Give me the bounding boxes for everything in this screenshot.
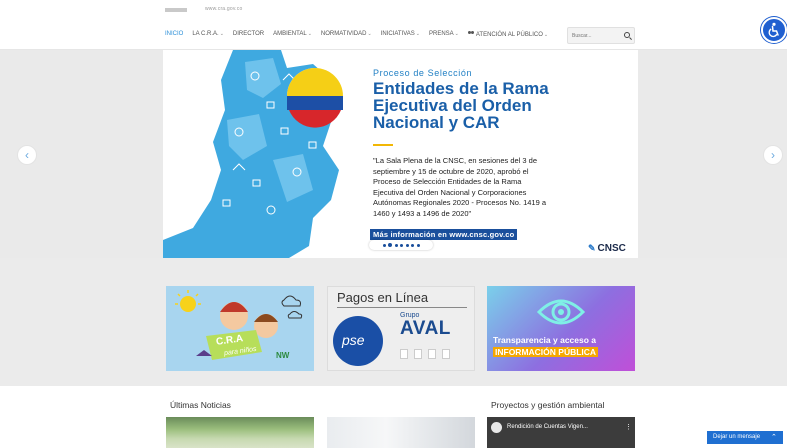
- hero-quote: "La Sala Plena de la CNSC, en sesiones d…: [373, 156, 547, 218]
- transparency-line1: Transparencia y acceso a: [493, 335, 597, 345]
- payments-title: Pagos en Línea: [337, 290, 429, 305]
- slider-dot[interactable]: [400, 243, 403, 247]
- cnsc-logo-text: CNSC: [597, 243, 626, 254]
- chevron-down-icon: ⌄: [415, 31, 420, 37]
- people-icon: [467, 31, 475, 37]
- more-options-icon[interactable]: ⋮: [625, 423, 632, 431]
- nav-item[interactable]: AMBIENTAL⌄: [273, 31, 312, 38]
- nav-item[interactable]: INICIO: [165, 31, 183, 38]
- main-navigation: INICIO LA C.R.A.⌄ DIRECTOR AMBIENTAL⌄ NORMAT…: [0, 22, 787, 50]
- chevron-down-icon: ⌄: [543, 32, 549, 38]
- bank-logo-icon: [428, 349, 436, 359]
- hero-title-line: Entidades de la Rama: [373, 79, 549, 98]
- slider-prev-button[interactable]: ‹: [17, 145, 37, 165]
- video-title: Rendición de Cuentas Vigen...: [507, 424, 588, 430]
- nav-item-label: ATENCIÓN AL PÚBLICO: [475, 32, 543, 38]
- quick-links-band: NW C.R.A para niños Pagos en Línea pse G…: [0, 258, 787, 386]
- nav-item-label: DIRECTOR: [232, 31, 265, 37]
- accessibility-icon: [768, 22, 779, 38]
- cnsc-mark-icon: ✎: [588, 243, 596, 253]
- aval-logo-text: AVAL: [400, 318, 451, 339]
- nav-items: INICIO LA C.R.A.⌄ DIRECTOR AMBIENTAL⌄ NORMAT…: [165, 31, 557, 38]
- accessibility-button[interactable]: [761, 17, 787, 43]
- online-payments-card[interactable]: Pagos en Línea pse Grupo AVAL: [327, 286, 475, 371]
- bank-logo-icon: [400, 349, 408, 359]
- chevron-down-icon: ⌄: [454, 31, 459, 37]
- nav-item[interactable]: NORMATIVIDAD⌄: [321, 31, 372, 38]
- hero-divider: [373, 144, 393, 146]
- search-icon[interactable]: [624, 32, 630, 38]
- slider-dot[interactable]: [411, 243, 414, 247]
- hero-more-info-link[interactable]: Más información en www.cnsc.gov.co: [370, 229, 518, 240]
- slider-dot[interactable]: [416, 243, 420, 247]
- transparency-highlight: INFORMACIÓN PÚBLICA: [493, 347, 599, 357]
- bank-logo-icon: [414, 349, 422, 359]
- page: www.cra.gov.co INICIO LA C.R.A.⌄ DIRECTOR A…: [0, 0, 787, 448]
- slider-dot[interactable]: [394, 243, 398, 247]
- search-input[interactable]: [572, 31, 620, 41]
- hero-text-block: Proceso de Selección Entidades de la Ram…: [373, 68, 633, 220]
- nav-item[interactable]: PRENSA⌄: [429, 31, 459, 38]
- nav-item-label: INICIATIVAS: [380, 31, 415, 37]
- nav-item[interactable]: DIRECTOR: [233, 31, 264, 38]
- top-strip: www.cra.gov.co: [0, 0, 787, 22]
- slider-next-button[interactable]: ›: [763, 145, 783, 165]
- colombia-map-illustration: [163, 50, 343, 258]
- nav-item-label: PRENSA: [428, 31, 454, 37]
- hero-kicker: Proceso de Selección: [373, 68, 473, 78]
- bank-logo-icon: [442, 349, 450, 359]
- hero-slider: ‹ › Proceso de Selección Entidades de la…: [0, 50, 787, 258]
- pse-logo-text: pse: [342, 332, 365, 348]
- nav-item-label: INICIO: [165, 31, 184, 37]
- news-heading: Últimas Noticias: [170, 400, 231, 410]
- channel-avatar: [491, 422, 502, 433]
- payments-divider: [337, 307, 467, 308]
- nav-item[interactable]: ATENCIÓN AL PÚBLICO⌄: [467, 31, 549, 38]
- slider-dot[interactable]: [388, 243, 392, 247]
- cra-kids-illustration: NW: [175, 290, 303, 360]
- news-thumbnail[interactable]: [166, 417, 314, 448]
- nav-item[interactable]: INICIATIVAS⌄: [381, 31, 420, 38]
- transparency-card[interactable]: Transparencia y acceso a INFORMACIÓN PÚB…: [487, 286, 635, 371]
- slider-dot[interactable]: [405, 243, 409, 247]
- site-logo[interactable]: [165, 8, 187, 12]
- projects-heading: Proyectos y gestión ambiental: [491, 400, 605, 410]
- nav-item-label: LA C.R.A.: [192, 31, 219, 37]
- search-box: [567, 27, 635, 44]
- hero-title: Entidades de la Rama Ejecutiva del Orden…: [373, 80, 633, 131]
- slider-dots: [369, 240, 433, 250]
- chevron-down-icon: ⌄: [219, 31, 224, 37]
- hero-title-line: Nacional y CAR: [373, 113, 500, 132]
- nav-item-label: AMBIENTAL: [273, 31, 307, 37]
- nav-item-label: NORMATIVIDAD: [320, 31, 367, 37]
- svg-text:NW: NW: [276, 351, 290, 360]
- eye-icon: [536, 299, 586, 325]
- cnsc-logo: ✎ CNSC: [588, 243, 626, 254]
- video-thumbnail[interactable]: Rendición de Cuentas Vigen... ⋮: [487, 417, 635, 448]
- hero-title-line: Ejecutiva del Orden: [373, 96, 532, 115]
- news-thumbnail[interactable]: [327, 417, 475, 448]
- hero-slide[interactable]: Proceso de Selección Entidades de la Ram…: [163, 50, 638, 258]
- chevron-down-icon: ⌄: [367, 31, 372, 37]
- content-section: Últimas Noticias Proyectos y gestión amb…: [0, 386, 787, 448]
- chevron-up-icon: ⌃: [771, 434, 777, 441]
- transparency-line2: INFORMACIÓN PÚBLICA: [493, 347, 599, 357]
- slider-dot[interactable]: [382, 243, 386, 247]
- top-strip-text: www.cra.gov.co: [205, 6, 243, 12]
- nav-item[interactable]: LA C.R.A.⌄: [192, 31, 224, 38]
- cra-kids-card[interactable]: NW C.R.A para niños: [166, 286, 314, 371]
- chat-label: Dejar un mensaje: [713, 434, 761, 440]
- chevron-down-icon: ⌄: [307, 31, 312, 37]
- chat-widget-button[interactable]: Dejar un mensaje ⌃: [707, 431, 783, 444]
